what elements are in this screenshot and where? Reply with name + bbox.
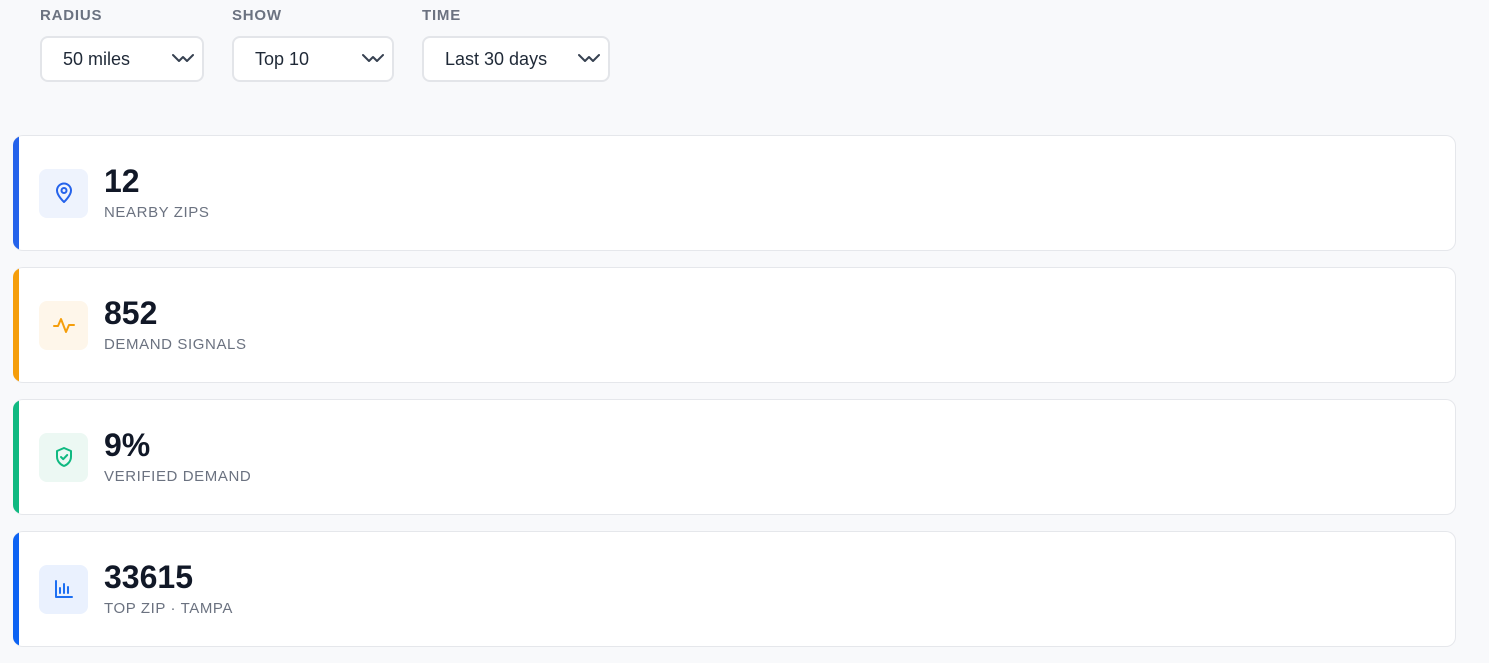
chevron-down-icon	[362, 53, 384, 65]
time-filter: TIME Last 30 days	[422, 0, 610, 82]
radius-filter-label: RADIUS	[40, 7, 103, 24]
stat-value: 9%	[104, 427, 151, 463]
stat-value: 12	[104, 163, 140, 199]
stat-cards: 12 NEARBY ZIPS 852 DEMAND SIGNALS 9% VER…	[13, 135, 1456, 663]
time-select-value: Last 30 days	[445, 48, 548, 69]
show-filter-label: SHOW	[232, 7, 282, 24]
stat-card-top-zip: 33615 TOP ZIP · TAMPA	[13, 531, 1456, 647]
radius-select[interactable]: 50 miles	[40, 36, 204, 82]
chevron-down-icon	[578, 53, 600, 65]
stat-label: VERIFIED DEMAND	[104, 468, 252, 485]
stat-card-nearby-zips: 12 NEARBY ZIPS	[13, 135, 1456, 251]
stat-label: NEARBY ZIPS	[104, 204, 210, 221]
activity-icon	[39, 300, 88, 350]
chevron-down-icon	[172, 53, 194, 65]
stat-card-verified-demand: 9% VERIFIED DEMAND	[13, 399, 1456, 515]
stat-label: TOP ZIP · TAMPA	[104, 600, 234, 617]
card-accent	[13, 532, 19, 646]
shield-check-icon	[39, 432, 88, 482]
time-filter-label: TIME	[422, 7, 462, 24]
show-select[interactable]: Top 10	[232, 36, 394, 82]
radius-filter: RADIUS 50 miles	[40, 0, 204, 82]
stat-value: 33615	[104, 559, 193, 595]
radius-select-value: 50 miles	[63, 48, 131, 69]
stat-value: 852	[104, 295, 158, 331]
card-accent	[13, 136, 19, 250]
show-filter: SHOW Top 10	[232, 0, 394, 82]
card-accent	[13, 268, 19, 382]
time-select[interactable]: Last 30 days	[422, 36, 610, 82]
show-select-value: Top 10	[255, 48, 310, 69]
stat-label: DEMAND SIGNALS	[104, 336, 247, 353]
filter-bar: RADIUS 50 miles SHOW Top 10 TIME Last 30…	[40, 0, 610, 82]
card-accent	[13, 400, 19, 514]
map-pin-icon	[39, 168, 88, 218]
stat-card-demand-signals: 852 DEMAND SIGNALS	[13, 267, 1456, 383]
bar-chart-icon	[39, 564, 88, 614]
